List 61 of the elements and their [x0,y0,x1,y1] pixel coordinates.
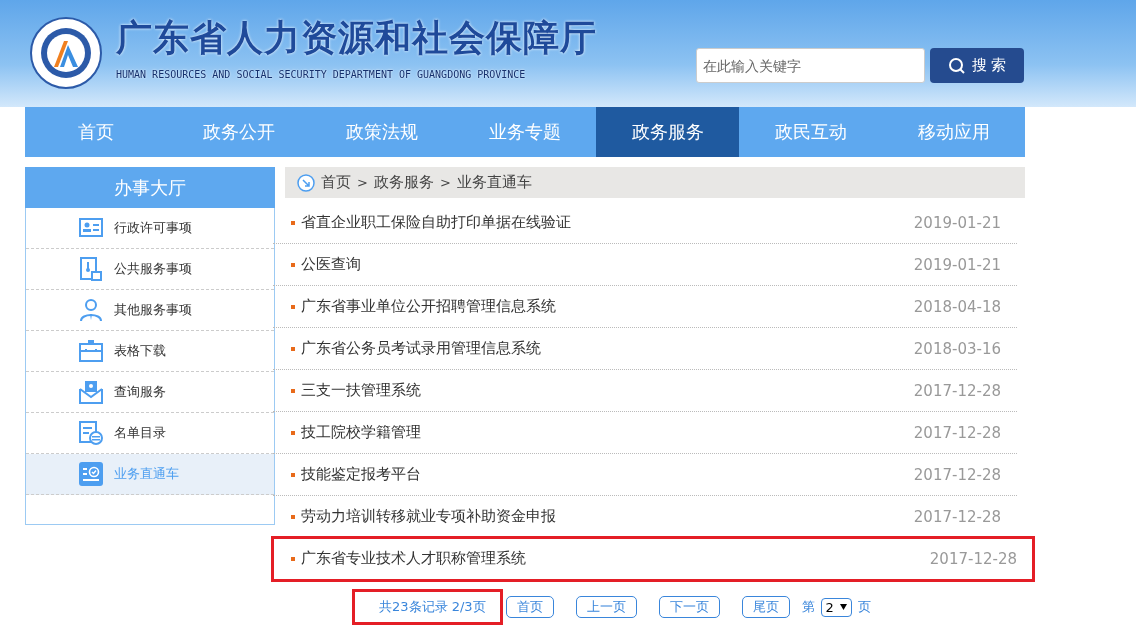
envelope-icon [78,379,104,405]
bullet-icon [291,388,295,393]
date-text: 2017-12-28 [913,465,1001,484]
breadcrumb-separator: > [357,175,368,190]
nav-tab[interactable]: 政务服务 [596,107,740,157]
search-icon [947,56,966,75]
bullet-icon [291,304,295,309]
site-subtitle: HUMAN RESOURCES AND SOCIAL SECURITY DEPARTMENT OF GUANGDONG PROVINCE [116,69,527,80]
document-list-icon [78,420,104,446]
document-lock-icon [78,256,104,282]
list-link[interactable]: 省直企业职工保险自助打印单据在线验证 [291,213,571,232]
date-text: 2017-12-28 [913,381,1001,400]
breadcrumb-link[interactable]: 业务直通车 [456,173,532,192]
checklist-icon [78,461,104,487]
date-text: 2019-01-21 [913,213,1001,232]
list-link[interactable]: 劳动力培训转移就业专项补助资金申报 [291,507,556,526]
sidebar-item[interactable]: 行政许可事项 [26,208,274,249]
page-button[interactable]: 尾页 [741,596,790,618]
bullet-icon [291,430,295,435]
bullet-icon [291,556,295,561]
sidebar-item[interactable]: 公共服务事项 [26,249,274,290]
page-label: 第 [801,598,815,616]
list-link[interactable]: 三支一扶管理系统 [291,381,421,400]
bullet-icon [291,262,295,267]
list-link[interactable]: 技能鉴定报考平台 [291,465,421,484]
arrow-circle-icon [297,173,315,192]
breadcrumb-separator: > [439,175,451,190]
person-icon [78,297,104,323]
search-button[interactable]: 搜 索 [930,48,1024,83]
page-button[interactable]: 首页 [505,596,554,618]
date-text: 2019-01-21 [913,255,1001,274]
page-button[interactable]: 下一页 [658,596,720,618]
sidebar-item[interactable]: 表格下载 [26,331,274,372]
bullet-icon [291,346,295,351]
breadcrumb-link[interactable]: 政务服务 [373,173,434,192]
bullet-icon [291,472,295,477]
record-count: 共23条记录 2/3页 [355,592,500,622]
briefcase-icon [78,338,104,364]
bullet-icon [291,220,295,225]
date-text: 2018-03-16 [913,339,1001,358]
page-select[interactable]: 2 [820,597,852,617]
search-field[interactable]: 在此输入关键字 [696,48,925,83]
sidebar-item[interactable]: 查询服务 [26,372,274,413]
list-link[interactable]: 广东省公务员考试录用管理信息系统 [291,339,541,358]
date-text: 2017-12-28 [913,423,1001,442]
date-text: 2017-12-28 [913,507,1001,526]
caret-icon [839,604,847,610]
bullet-icon [291,514,295,519]
date-text: 2017-12-28 [929,549,1017,568]
emblem-logo [30,17,102,89]
list-link[interactable]: 广东省事业单位公开招聘管理信息系统 [291,297,556,316]
sidebar-item[interactable]: 其他服务事项 [26,290,274,331]
page-label: 页 [857,598,871,616]
site-title: 广东省人力资源和社会保障厅 [116,16,597,60]
list-link[interactable]: 技工院校学籍管理 [291,423,421,442]
breadcrumb-link[interactable]: 首页 [321,173,351,192]
sidebar-heading: 办事大厅 [25,167,275,208]
page-button[interactable]: 上一页 [575,596,637,618]
list-link[interactable]: 公医查询 [291,255,361,274]
date-text: 2018-04-18 [913,297,1001,316]
list-link[interactable]: 广东省专业技术人才职称管理系统 [291,549,526,568]
